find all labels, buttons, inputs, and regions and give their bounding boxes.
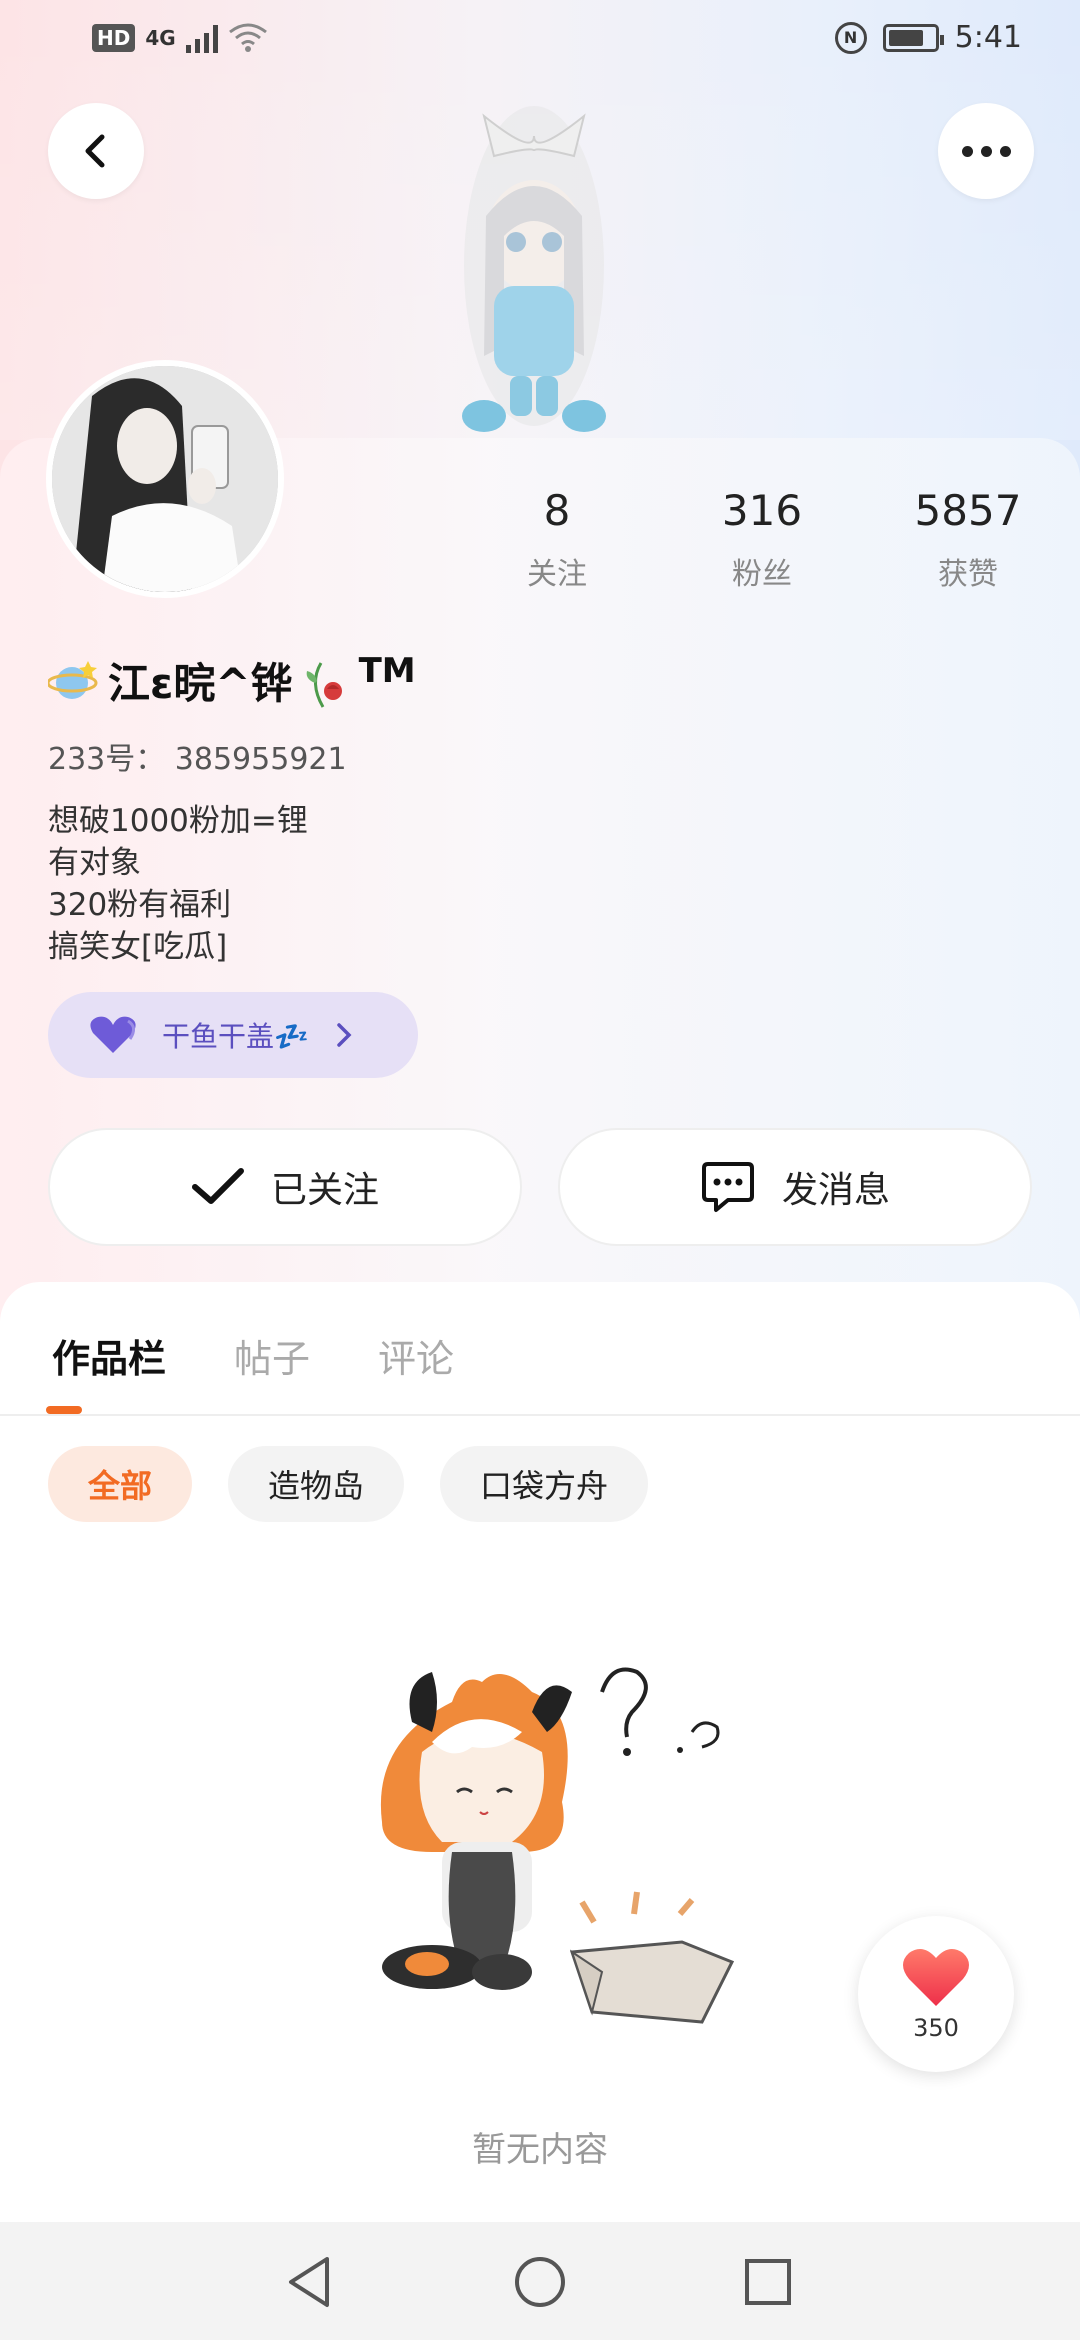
chat-bubble-icon — [701, 1162, 754, 1212]
status-left: HD 4G — [92, 22, 268, 54]
more-button[interactable] — [938, 103, 1034, 199]
tab-bar: 作品栏 帖子 评论 — [52, 1328, 454, 1383]
nfc-icon: N — [834, 21, 867, 54]
wilted-rose-emoji-icon — [306, 661, 342, 708]
stat-value: 8 — [543, 486, 571, 535]
floating-like-button[interactable]: 350 — [858, 1916, 1014, 2072]
message-button-label: 发消息 — [781, 1170, 890, 1211]
active-tab-indicator — [46, 1406, 82, 1414]
chevron-left-icon — [85, 134, 105, 168]
fan-group-chip[interactable]: 干鱼干盖💤 — [48, 992, 418, 1078]
username-text: 江ε晥^铧 — [108, 659, 293, 708]
user-id[interactable]: 233号： 385955921 — [48, 734, 347, 778]
avatar-photo — [52, 366, 278, 592]
bio-line: 320粉有福利 — [48, 887, 232, 923]
filter-chips: 全部 造物岛 口袋方舟 — [48, 1446, 649, 1522]
banner-doll-image — [462, 106, 606, 432]
content-section: 作品栏 帖子 评论 全部 造物岛 口袋方舟 暂无内容 — [0, 1282, 1080, 2222]
stat-value: 5857 — [914, 486, 1022, 535]
bio-line: 搞笑女[吃瓜] — [48, 929, 228, 965]
username: 江ε晥^铧 TM — [48, 650, 416, 711]
chevron-right-icon — [337, 1023, 352, 1047]
more-icon — [961, 145, 1011, 157]
network-type: 4G — [145, 26, 176, 50]
check-icon — [191, 1168, 244, 1204]
system-nav-bar — [0, 2222, 1080, 2340]
bio-line: 有对象 — [48, 845, 141, 881]
bio: 想破1000粉加=锂 有对象 320粉有福利 搞笑女[吃瓜] — [48, 800, 308, 968]
clock: 5:41 — [954, 20, 1022, 55]
filter-pocket-ark[interactable]: 口袋方舟 — [440, 1446, 649, 1522]
status-bar: HD 4G N 5:41 — [0, 0, 1080, 84]
stat-value: 316 — [721, 486, 803, 535]
square-recents-icon — [745, 2259, 791, 2305]
heart-icon — [903, 1949, 969, 2006]
wifi-icon — [228, 23, 267, 52]
follow-button[interactable]: 已关注 — [48, 1128, 522, 1246]
stat-following[interactable]: 8 关注 — [457, 486, 657, 593]
like-count: 350 — [913, 2014, 959, 2042]
nav-back-button[interactable] — [280, 2252, 340, 2312]
stat-label: 粉丝 — [732, 557, 792, 592]
follow-button-label: 已关注 — [270, 1170, 379, 1211]
empty-state-illustration — [380, 1667, 735, 2024]
stat-fans[interactable]: 316 粉丝 — [662, 486, 862, 593]
avatar[interactable] — [46, 360, 284, 598]
nav-home-button[interactable] — [510, 2252, 570, 2312]
message-button[interactable]: 发消息 — [558, 1128, 1032, 1246]
nav-recents-button[interactable] — [738, 2252, 798, 2312]
planet-emoji-icon — [48, 660, 98, 699]
signal-icon — [185, 23, 218, 53]
hd-badge: HD — [92, 24, 136, 52]
fan-group-label: 干鱼干盖💤 — [162, 1020, 309, 1053]
purple-heart-icon — [90, 1016, 136, 1053]
trademark-text: TM — [358, 650, 416, 691]
tab-posts[interactable]: 帖子 — [234, 1328, 310, 1383]
battery-icon — [882, 23, 944, 52]
tabs-divider — [0, 1414, 1080, 1416]
back-button[interactable] — [48, 103, 144, 199]
circle-home-icon — [515, 2257, 565, 2307]
tab-comments[interactable]: 评论 — [378, 1328, 454, 1383]
stat-label: 获赞 — [938, 557, 998, 592]
tab-works[interactable]: 作品栏 — [52, 1328, 166, 1383]
filter-creation-island[interactable]: 造物岛 — [228, 1446, 405, 1522]
stat-label: 关注 — [527, 557, 587, 592]
stat-likes[interactable]: 5857 获赞 — [868, 486, 1068, 593]
triangle-back-icon — [289, 2257, 329, 2307]
filter-all[interactable]: 全部 — [48, 1446, 193, 1522]
empty-state-text: 暂无内容 — [472, 2130, 608, 2170]
status-right: N 5:41 — [834, 20, 1022, 55]
bio-line: 想破1000粉加=锂 — [48, 803, 308, 839]
